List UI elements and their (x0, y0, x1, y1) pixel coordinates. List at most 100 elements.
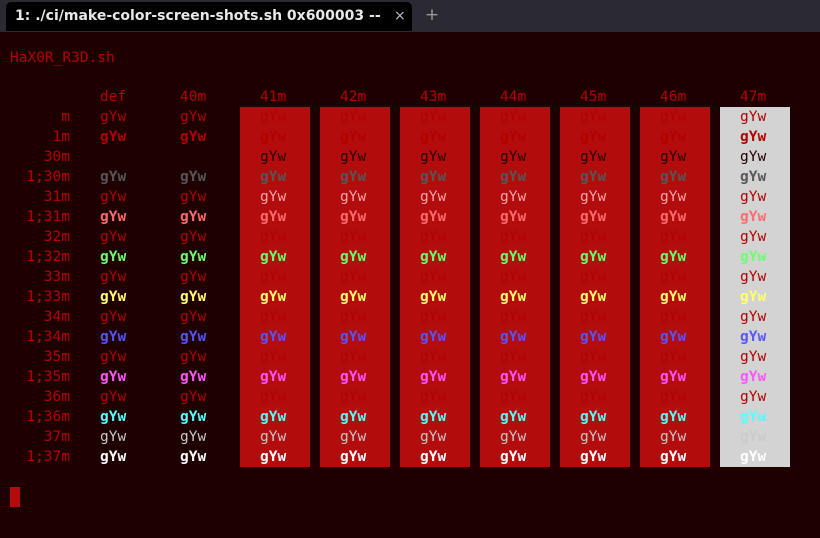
row-label: 1;32m (26, 249, 70, 265)
color-sample: gYw (580, 409, 607, 425)
color-sample: gYw (340, 269, 367, 285)
close-icon[interactable]: × (394, 7, 410, 25)
color-sample: gYw (340, 289, 367, 305)
color-sample: gYw (180, 409, 207, 425)
color-sample: gYw (180, 129, 207, 145)
color-sample: gYw (580, 209, 607, 225)
color-sample: gYw (340, 149, 367, 165)
terminal-cursor (10, 487, 20, 507)
color-sample: gYw (340, 449, 367, 465)
color-sample: gYw (340, 329, 367, 345)
color-sample: gYw (180, 349, 207, 365)
color-sample: gYw (740, 209, 767, 225)
color-sample: gYw (740, 109, 767, 125)
color-sample: gYw (180, 189, 207, 205)
new-tab-button[interactable]: + (424, 5, 440, 25)
row-label: 1m (52, 129, 70, 145)
color-sample: gYw (660, 109, 687, 125)
color-sample: gYw (500, 289, 527, 305)
color-sample: gYw (580, 309, 607, 325)
color-sample: gYw (260, 369, 287, 385)
color-sample: gYw (500, 349, 527, 365)
color-sample: gYw (660, 229, 687, 245)
color-sample: gYw (340, 429, 367, 445)
color-sample: gYw (260, 269, 287, 285)
color-sample: gYw (420, 189, 447, 205)
col-header-def: def (100, 89, 127, 105)
color-sample: gYw (660, 369, 687, 385)
color-sample: gYw (340, 369, 367, 385)
color-sample: gYw (260, 389, 287, 405)
col-header-45m: 45m (580, 89, 607, 105)
color-sample: gYw (340, 389, 367, 405)
color-sample: gYw (260, 109, 287, 125)
color-sample: gYw (340, 349, 367, 365)
color-sample: gYw (580, 329, 607, 345)
color-sample: gYw (580, 109, 607, 125)
color-sample: gYw (100, 409, 127, 425)
color-sample: gYw (420, 109, 447, 125)
color-sample: gYw (500, 249, 527, 265)
color-sample: gYw (340, 189, 367, 205)
color-sample: gYw (180, 229, 207, 245)
color-sample: gYw (260, 409, 287, 425)
row-label: 37m (43, 429, 70, 445)
color-sample: gYw (100, 449, 127, 465)
color-sample: gYw (420, 389, 447, 405)
color-sample: gYw (340, 169, 367, 185)
row-label: 31m (43, 189, 70, 205)
color-sample: gYw (180, 209, 207, 225)
color-sample: gYw (660, 449, 687, 465)
color-sample: gYw (500, 409, 527, 425)
row-label: 1;34m (26, 329, 70, 345)
color-sample: gYw (260, 289, 287, 305)
color-sample: gYw (340, 209, 367, 225)
color-sample: gYw (660, 269, 687, 285)
color-sample: gYw (500, 309, 527, 325)
color-sample: gYw (740, 169, 767, 185)
tab-title[interactable]: 1: ./ci/make-color-screen-shots.sh 0x600… (15, 7, 385, 25)
color-sample: gYw (100, 169, 127, 185)
color-sample: gYw (580, 189, 607, 205)
color-sample: gYw (660, 429, 687, 445)
color-sample: gYw (180, 169, 207, 185)
color-sample: gYw (260, 149, 287, 165)
color-sample: gYw (180, 269, 207, 285)
color-sample: gYw (580, 249, 607, 265)
col-header-42m: 42m (340, 89, 367, 105)
color-sample: gYw (740, 449, 767, 465)
tab-active[interactable]: 1: ./ci/make-color-screen-shots.sh 0x600… (6, 2, 412, 31)
color-sample: gYw (500, 389, 527, 405)
color-sample: gYw (580, 169, 607, 185)
col-header-44m: 44m (500, 89, 527, 105)
col-header-46m: 46m (660, 89, 687, 105)
col-header-40m: 40m (180, 89, 207, 105)
color-sample: gYw (660, 409, 687, 425)
color-sample: gYw (740, 349, 767, 365)
color-sample: gYw (420, 309, 447, 325)
color-sample: gYw (340, 109, 367, 125)
color-sample: gYw (740, 229, 767, 245)
color-sample: gYw (100, 109, 127, 125)
color-sample: gYw (660, 209, 687, 225)
color-sample: gYw (500, 189, 527, 205)
col-header-47m: 47m (740, 89, 767, 105)
color-sample: gYw (580, 369, 607, 385)
color-sample: gYw (580, 349, 607, 365)
color-sample: gYw (500, 429, 527, 445)
color-sample: gYw (660, 149, 687, 165)
row-label: 34m (43, 309, 70, 325)
script-title: HaX0R_R3D.sh (10, 50, 115, 66)
col-header-43m: 43m (420, 89, 447, 105)
color-sample: gYw (500, 449, 527, 465)
color-sample: gYw (740, 289, 767, 305)
color-sample: gYw (500, 109, 527, 125)
color-sample: gYw (500, 169, 527, 185)
color-sample: gYw (260, 189, 287, 205)
color-sample: gYw (580, 429, 607, 445)
color-sample: gYw (420, 369, 447, 385)
color-sample: gYw (180, 389, 207, 405)
color-sample: gYw (420, 349, 447, 365)
color-sample: gYw (180, 289, 207, 305)
color-sample: gYw (580, 449, 607, 465)
